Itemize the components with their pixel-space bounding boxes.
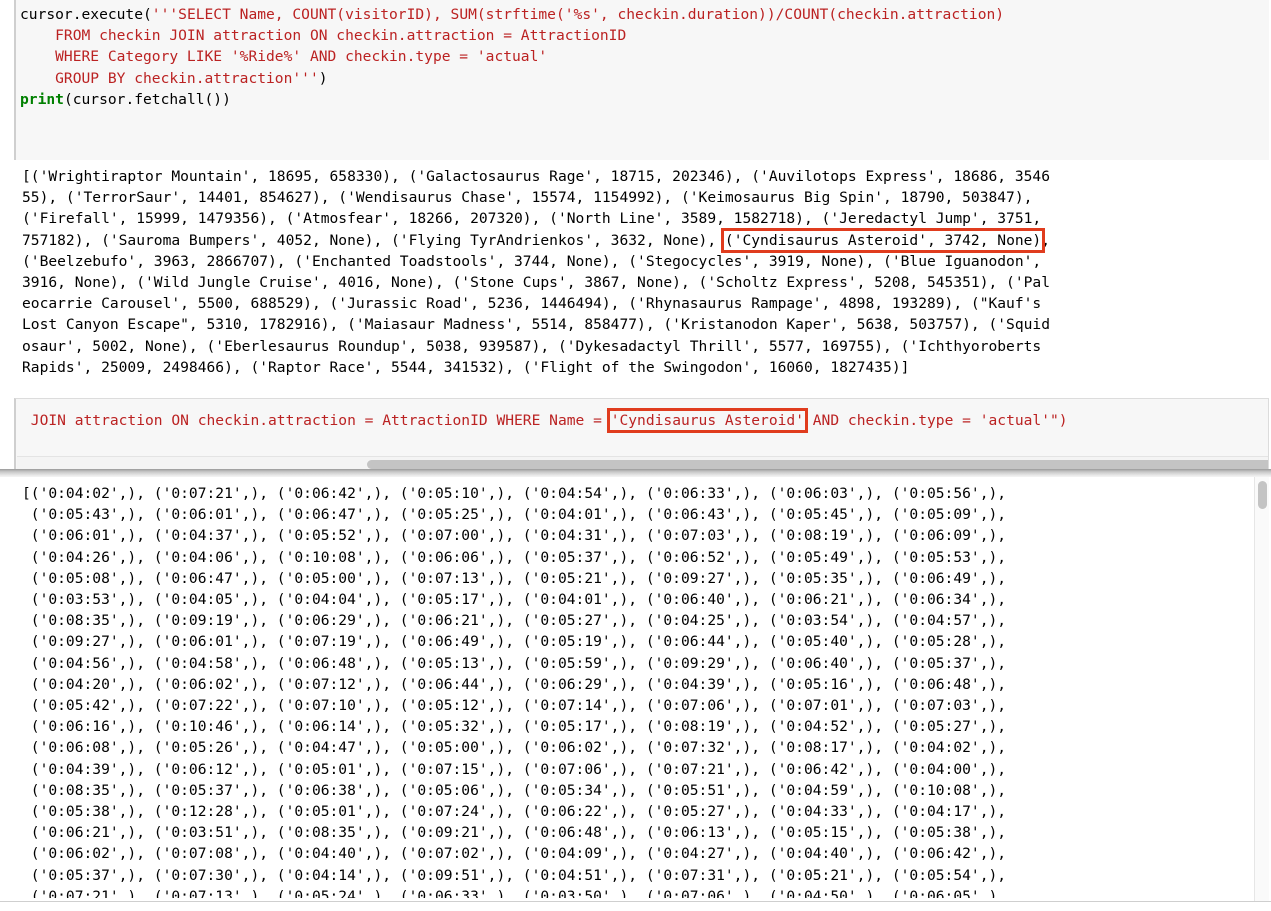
output-line: ('0:08:35',), ('0:05:37',), ('0:06:38',)… [22, 781, 1007, 799]
code-cell-input-2[interactable]: JOIN attraction ON checkin.attraction = … [14, 398, 1269, 473]
output-1-text: [('Wrightiraptor Mountain', 18695, 65833… [22, 166, 1262, 378]
code-token: WHERE Category LIKE '%Ride%' AND checkin… [20, 48, 548, 66]
output-line: ('0:06:08',), ('0:05:26',), ('0:04:47',)… [22, 739, 1007, 757]
code-token: JOIN attraction ON checkin.attraction = … [22, 412, 611, 429]
output-line: ('0:05:43',), ('0:06:01',), ('0:06:47',)… [22, 506, 1007, 524]
code-line: cursor.execute('''SELECT Name, COUNT(vis… [20, 4, 1269, 25]
output-line: ('0:05:38',), ('0:12:28',), ('0:05:01',)… [22, 803, 1007, 821]
code-cell-1-source[interactable]: cursor.execute('''SELECT Name, COUNT(vis… [20, 4, 1269, 110]
output-text: Rapids', 25009, 2498466), ('Raptor Race'… [22, 358, 910, 376]
output-line: ('0:04:56',), ('0:04:58',), ('0:06:48',)… [22, 654, 1007, 672]
output-text: Lost Canyon Escape", 5310, 1782916), ('M… [22, 316, 1050, 334]
output-text: osaur', 5002, None), ('Eberlesaurus Roun… [22, 337, 1042, 355]
output-line: [('0:04:02',), ('0:07:21',), ('0:06:42',… [22, 485, 1007, 502]
output-line: ('Beelzebufo', 3963, 2866707), ('Enchant… [22, 251, 1262, 272]
output-text: ('Firefall', 15999, 1479356), ('Atmosfea… [22, 210, 1042, 228]
output-line: eocarrie Carousel', 5500, 688529), ('Jur… [22, 293, 1262, 314]
output-2-text: [('0:04:02',), ('0:07:21',), ('0:06:42',… [22, 483, 1232, 898]
code-token: ) [318, 69, 328, 87]
code-line: GROUP BY checkin.attraction''') [20, 68, 1269, 89]
output-line: ('0:06:01',), ('0:04:37',), ('0:05:52',)… [22, 527, 1007, 545]
output-line: ('0:06:16',), ('0:10:46',), ('0:06:14',)… [22, 718, 1007, 736]
output-text: eocarrie Carousel', 5500, 688529), ('Jur… [22, 295, 1042, 313]
code-token: (cursor.fetchall()) [63, 90, 231, 108]
output-line: ('0:07:21',), ('0:07:13',), ('0:05:24',)… [22, 887, 1007, 898]
output-text: 3916, None), ('Wild Jungle Cruise', 4016… [22, 274, 1050, 292]
code-token: AND checkin.type = 'actual'") [803, 412, 1068, 429]
output-line: ('0:03:53',), ('0:04:05',), ('0:04:04',)… [22, 591, 1007, 609]
code-line: FROM checkin JOIN attraction ON checkin.… [20, 25, 1269, 46]
output-line: Lost Canyon Escape", 5310, 1782916), ('M… [22, 314, 1262, 335]
vertical-scrollbar-track[interactable] [1254, 477, 1269, 901]
code-line: WHERE Category LIKE '%Ride%' AND checkin… [20, 46, 1269, 67]
vertical-scrollbar-thumb[interactable] [1258, 481, 1267, 509]
output-text: 55), ('TerrorSaur', 14401, 854627), ('We… [22, 189, 1033, 207]
code-cell-2-source[interactable]: JOIN attraction ON checkin.attraction = … [22, 408, 1068, 433]
output-area-1: [('Wrightiraptor Mountain', 18695, 65833… [22, 166, 1262, 378]
output-line: ('0:09:27',), ('0:06:01',), ('0:07:19',)… [22, 633, 1007, 651]
output-line: ('0:06:21',), ('0:03:51',), ('0:08:35',)… [22, 824, 1007, 842]
code-token: '''SELECT Name, COUNT(visitorID), SUM(st… [151, 6, 1005, 23]
output-line: ('0:05:37',), ('0:07:30',), ('0:04:14',)… [22, 866, 1007, 884]
output-line: ('0:04:26',), ('0:04:06',), ('0:10:08',)… [22, 548, 1007, 566]
output-text: [('Wrightiraptor Mountain', 18695, 65833… [22, 168, 1050, 185]
panel-bottom-edge [0, 901, 1271, 911]
output-line: ('0:04:20',), ('0:06:02',), ('0:07:12',)… [22, 675, 1007, 693]
output-line: 55), ('TerrorSaur', 14401, 854627), ('We… [22, 187, 1262, 208]
output-line: [('Wrightiraptor Mountain', 18695, 65833… [22, 166, 1262, 187]
output-line: ('0:05:42',), ('0:07:22',), ('0:07:10',)… [22, 697, 1007, 715]
output-line: osaur', 5002, None), ('Eberlesaurus Roun… [22, 336, 1262, 357]
output-line: Rapids', 25009, 2498466), ('Raptor Race'… [22, 357, 1262, 378]
output-line: ('0:08:35',), ('0:09:19',), ('0:06:29',)… [22, 612, 1007, 630]
notebook-page: cursor.execute('''SELECT Name, COUNT(vis… [0, 0, 1271, 911]
output-line: 3916, None), ('Wild Jungle Cruise', 4016… [22, 272, 1262, 293]
output-line: ('Firefall', 15999, 1479356), ('Atmosfea… [22, 208, 1262, 229]
output-line: ('0:04:39',), ('0:06:12',), ('0:05:01',)… [22, 760, 1007, 778]
output-text: 757182), ('Sauroma Bumpers', 4052, None)… [22, 231, 725, 249]
highlight-annotation-box: ('Cyndisaurus Asteroid', 3742, None) [720, 227, 1046, 253]
output-text: , [1041, 231, 1051, 249]
code-token: print [20, 90, 64, 108]
highlight-annotation-box: 'Cyndisaurus Asteroid' [606, 408, 808, 433]
code-token: FROM checkin JOIN attraction ON checkin.… [20, 27, 627, 45]
output-line: 757182), ('Sauroma Bumpers', 4052, None)… [22, 227, 1262, 253]
code-cell-input-1[interactable]: cursor.execute('''SELECT Name, COUNT(vis… [14, 0, 1269, 160]
code-token: cursor.execute( [20, 6, 152, 23]
code-line: print(cursor.fetchall()) [20, 89, 1269, 110]
code-token: GROUP BY checkin.attraction''' [20, 69, 319, 87]
output-line: ('0:06:02',), ('0:07:08',), ('0:04:40',)… [22, 845, 1007, 863]
horizontal-scrollbar-thumb[interactable] [367, 460, 1268, 469]
output-area-2[interactable]: [('0:04:02',), ('0:07:21',), ('0:06:42',… [0, 477, 1271, 902]
output-line: ('0:05:08',), ('0:06:47',), ('0:05:00',)… [22, 569, 1007, 587]
output-text: ('Beelzebufo', 3963, 2866707), ('Enchant… [22, 252, 1042, 270]
